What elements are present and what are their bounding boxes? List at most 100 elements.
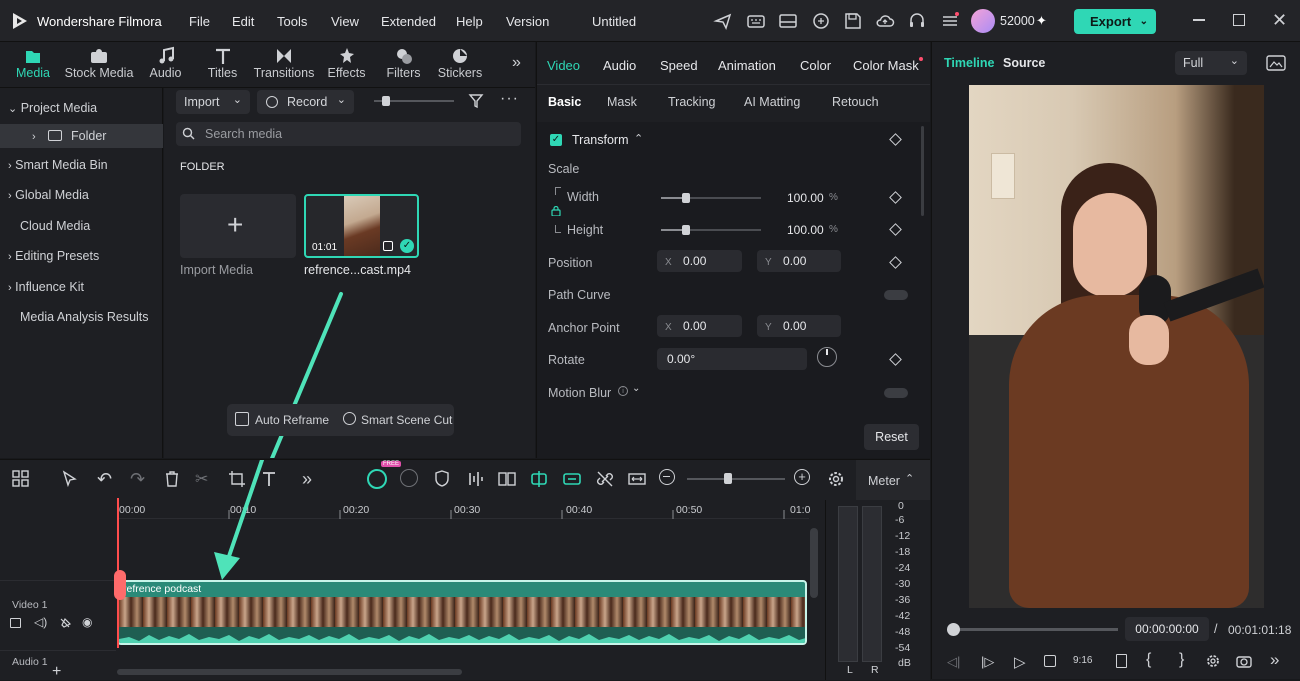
smart-scene-cut-button[interactable]: Smart Scene Cut — [361, 413, 452, 427]
tab-source[interactable]: Source — [1003, 56, 1045, 70]
height-slider[interactable] — [661, 225, 761, 235]
menu-file[interactable]: File — [189, 14, 210, 29]
menu-edit[interactable]: Edit — [232, 14, 254, 29]
maximize-icon[interactable] — [1233, 14, 1245, 26]
sidebar-item-cloud-media[interactable]: Cloud Media — [0, 214, 163, 238]
support-icon[interactable] — [907, 11, 927, 31]
step-forward-icon[interactable]: |▷ — [981, 654, 994, 670]
camera-icon[interactable] — [1236, 654, 1252, 668]
lock-icon[interactable] — [551, 206, 561, 216]
keyboard-icon[interactable] — [746, 11, 766, 31]
position-x-field[interactable]: X 0.00 — [657, 250, 742, 272]
mark-in-icon[interactable]: { — [1146, 651, 1151, 669]
aspect-ratio-icon[interactable]: 9:16 — [1073, 655, 1092, 666]
layout-icon[interactable] — [778, 11, 798, 31]
headset-cloud-icon[interactable] — [811, 11, 831, 31]
tab-filters[interactable]: Filters — [381, 42, 426, 88]
transitions-icon — [273, 46, 295, 66]
auto-reframe-button[interactable]: Auto Reframe — [255, 413, 329, 427]
menu-tools[interactable]: Tools — [277, 14, 307, 29]
current-time[interactable]: 00:00:00:00 — [1125, 617, 1209, 641]
reset-button[interactable]: Reset — [864, 424, 919, 450]
subtab-tracking[interactable]: Tracking — [668, 95, 715, 109]
menu-extended[interactable]: Extended — [381, 14, 436, 29]
tab-color[interactable]: Color — [800, 58, 831, 73]
subtab-basic[interactable]: Basic — [548, 95, 581, 109]
motion-blur-toggle[interactable] — [884, 388, 908, 398]
subtab-mask[interactable]: Mask — [607, 95, 637, 109]
tab-stock-media[interactable]: Stock Media — [61, 42, 137, 88]
chevron-up-icon[interactable]: ⌃ — [905, 472, 914, 485]
menu-view[interactable]: View — [331, 14, 359, 29]
settings-gear-icon[interactable] — [1205, 653, 1221, 669]
chevron-up-icon[interactable]: ⌃ — [634, 132, 643, 145]
timeline-vertical-scrollbar[interactable] — [810, 528, 818, 598]
quality-dropdown[interactable]: Full ⌄ — [1175, 51, 1247, 75]
chevron-right-icon: › — [8, 160, 12, 172]
playback-progress[interactable] — [952, 628, 1118, 631]
height-slider-handle[interactable] — [682, 225, 690, 235]
stop-icon[interactable] — [1044, 655, 1056, 667]
anchor-y-field[interactable]: Y 0.00 — [757, 315, 841, 337]
timeline-settings-gear-icon[interactable] — [826, 469, 846, 489]
info-icon[interactable]: i — [618, 386, 628, 396]
tab-titles[interactable]: Titles — [200, 42, 245, 88]
subtab-ai-matting[interactable]: AI Matting — [744, 95, 800, 109]
video-preview[interactable] — [969, 85, 1264, 608]
sidebar-item-global-media[interactable]: › Global Media — [0, 183, 163, 207]
tab-audio[interactable]: Audio — [143, 42, 188, 88]
tab-media[interactable]: Media — [10, 42, 56, 88]
snapshot-view-icon[interactable] — [1266, 55, 1286, 71]
playback-handle[interactable] — [947, 623, 960, 636]
height-value[interactable]: 100.00 — [787, 223, 824, 237]
tab-video[interactable]: Video — [547, 58, 580, 73]
tab-speed[interactable]: Speed — [660, 58, 698, 73]
minimize-icon[interactable] — [1193, 19, 1205, 21]
cloud-upload-icon[interactable] — [875, 11, 895, 31]
tab-stickers[interactable]: Stickers — [436, 42, 484, 88]
width-value[interactable]: 100.00 — [787, 191, 824, 205]
width-slider-handle[interactable] — [682, 193, 690, 203]
rotate-dial-icon[interactable] — [817, 347, 837, 367]
menu-version[interactable]: Version — [506, 14, 549, 29]
chevron-down-icon: ⌄ — [1139, 16, 1148, 27]
play-icon[interactable]: ▷ — [1014, 653, 1026, 671]
tab-audio[interactable]: Audio — [603, 58, 636, 73]
width-slider[interactable] — [661, 193, 761, 203]
tab-transitions[interactable]: Transitions — [253, 42, 315, 88]
chevron-down-icon[interactable]: ⌄ — [632, 383, 640, 394]
tab-animation[interactable]: Animation — [718, 58, 776, 73]
path-curve-toggle[interactable] — [884, 290, 908, 300]
rotate-field[interactable]: 0.00° — [657, 348, 807, 370]
tab-effects[interactable]: Effects — [324, 42, 369, 88]
menu-help[interactable]: Help — [456, 14, 483, 29]
tab-color-mask[interactable]: Color Mask — [853, 58, 919, 73]
tab-timeline[interactable]: Timeline — [944, 56, 994, 70]
hamburger-menu-icon[interactable] — [940, 11, 960, 31]
marker-icon[interactable] — [1116, 654, 1127, 668]
transform-checkbox[interactable]: ✓ — [550, 134, 562, 146]
avatar[interactable] — [971, 9, 995, 33]
sidebar-item-influence-kit[interactable]: › Influence Kit — [0, 275, 163, 299]
sidebar-item-editing-presets[interactable]: › Editing Presets — [0, 244, 163, 268]
anchor-x-field[interactable]: X 0.00 — [657, 315, 742, 337]
more-controls-icon[interactable]: » — [1270, 650, 1279, 670]
subtab-retouch[interactable]: Retouch — [832, 95, 879, 109]
preview-panel: Timeline Source Full ⌄ 00:00:00:00 / 00:… — [931, 42, 1300, 679]
properties-scrollbar[interactable] — [921, 126, 924, 216]
save-icon[interactable] — [843, 11, 863, 31]
sidebar-item-media-analysis[interactable]: Media Analysis Results — [0, 305, 163, 329]
close-icon[interactable]: ✕ — [1272, 10, 1287, 31]
mark-out-icon[interactable]: } — [1179, 651, 1184, 669]
meter-scale-label: -42 — [895, 610, 911, 622]
prev-frame-icon[interactable]: ◁| — [947, 654, 960, 670]
more-tabs-icon[interactable]: » — [512, 54, 521, 72]
sidebar-item-folder[interactable]: › Folder — [0, 124, 163, 148]
send-icon[interactable] — [713, 11, 733, 31]
sidebar-item-project-media[interactable]: ⌄ Project Media — [0, 96, 163, 120]
sidebar-item-smart-media-bin[interactable]: › Smart Media Bin — [0, 153, 163, 177]
timeline-horizontal-scrollbar[interactable] — [117, 669, 462, 675]
anchor-x-value: 0.00 — [683, 319, 707, 333]
export-button[interactable]: Export ⌄ — [1074, 9, 1156, 34]
position-y-field[interactable]: Y 0.00 — [757, 250, 841, 272]
